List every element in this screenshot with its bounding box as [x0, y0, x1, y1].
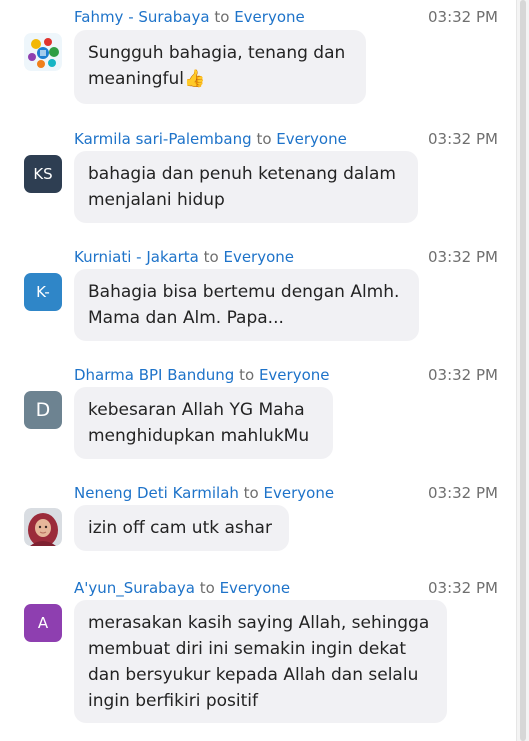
- message-header: Neneng Deti Karmilah to Everyone: [74, 484, 334, 502]
- recipient-name[interactable]: Everyone: [234, 8, 305, 26]
- message-line: meaningful👍: [88, 69, 206, 89]
- message-time: 03:32 PM: [428, 366, 498, 384]
- chat-message: Kurniati - Jakarta to Everyone 03:32 PM …: [0, 248, 516, 344]
- message-time: 03:32 PM: [428, 8, 498, 26]
- colorful-logo-icon: [24, 33, 62, 71]
- message-header: Fahmy - Surabaya to Everyone: [74, 8, 305, 26]
- sender-name[interactable]: Kurniati - Jakarta: [74, 248, 199, 266]
- user-photo-icon: [24, 508, 62, 546]
- message-header: A'yun_Surabaya to Everyone: [74, 579, 290, 597]
- chat-panel[interactable]: Fahmy - Surabaya to Everyone 03:32 PM Su…: [0, 0, 516, 741]
- sender-name[interactable]: Karmila sari-Palembang: [74, 130, 252, 148]
- message-line: dan bersyukur kepada Allah dan selalu: [88, 665, 419, 685]
- message-bubble[interactable]: bahagia dan penuh ketenang dalam menjala…: [74, 151, 418, 223]
- message-line: bahagia dan penuh ketenang dalam: [88, 164, 396, 184]
- message-bubble[interactable]: Sungguh bahagia, tenang dan meaningful👍: [74, 30, 366, 104]
- recipient-name[interactable]: Everyone: [264, 484, 335, 502]
- to-label: to: [239, 366, 255, 384]
- chat-message: Karmila sari-Palembang to Everyone 03:32…: [0, 130, 516, 226]
- to-label: to: [199, 579, 215, 597]
- chat-message: A'yun_Surabaya to Everyone 03:32 PM A me…: [0, 579, 516, 729]
- to-label: to: [203, 248, 219, 266]
- scrollbar[interactable]: [516, 0, 529, 741]
- avatar: D: [24, 391, 62, 429]
- sender-name[interactable]: Dharma BPI Bandung: [74, 366, 234, 384]
- chat-message: Dharma BPI Bandung to Everyone 03:32 PM …: [0, 366, 516, 462]
- message-line: Mama dan Alm. Papa...: [88, 308, 284, 328]
- recipient-name[interactable]: Everyone: [220, 579, 291, 597]
- avatar: A: [24, 604, 62, 642]
- message-line: ingin berfikiri positif: [88, 691, 258, 711]
- message-header: Dharma BPI Bandung to Everyone: [74, 366, 329, 384]
- message-bubble[interactable]: Bahagia bisa bertemu dengan Almh. Mama d…: [74, 269, 419, 341]
- message-header: Kurniati - Jakarta to Everyone: [74, 248, 294, 266]
- message-line: merasakan kasih saying Allah, sehingga: [88, 613, 430, 633]
- message-line: menghidupkan mahlukMu: [88, 426, 310, 446]
- message-line: Sungguh bahagia, tenang dan: [88, 43, 346, 63]
- message-bubble[interactable]: izin off cam utk ashar: [74, 505, 289, 551]
- chat-message: Fahmy - Surabaya to Everyone 03:32 PM Su…: [0, 8, 516, 108]
- message-line: kebesaran Allah YG Maha: [88, 400, 305, 420]
- recipient-name[interactable]: Everyone: [276, 130, 347, 148]
- message-line: menjalani hidup: [88, 190, 225, 210]
- message-time: 03:32 PM: [428, 579, 498, 597]
- avatar: K-: [24, 273, 62, 311]
- message-line: Bahagia bisa bertemu dengan Almh.: [88, 282, 400, 302]
- message-bubble[interactable]: merasakan kasih saying Allah, sehingga m…: [74, 600, 447, 723]
- avatar-initials: K-: [36, 283, 50, 301]
- message-time: 03:32 PM: [428, 130, 498, 148]
- message-time: 03:32 PM: [428, 484, 498, 502]
- message-line: membuat diri ini semakin ingin dekat: [88, 639, 406, 659]
- avatar-initials: A: [37, 614, 49, 632]
- message-line: izin off cam utk ashar: [88, 518, 272, 538]
- sender-name[interactable]: Neneng Deti Karmilah: [74, 484, 239, 502]
- recipient-name[interactable]: Everyone: [259, 366, 330, 384]
- message-header: Karmila sari-Palembang to Everyone: [74, 130, 347, 148]
- sender-name[interactable]: A'yun_Surabaya: [74, 579, 195, 597]
- avatar-initials: D: [35, 399, 51, 421]
- message-bubble[interactable]: kebesaran Allah YG Maha menghidupkan mah…: [74, 387, 333, 459]
- avatar-initials: KS: [33, 165, 53, 183]
- recipient-name[interactable]: Everyone: [223, 248, 294, 266]
- avatar: KS: [24, 155, 62, 193]
- to-label: to: [243, 484, 259, 502]
- message-time: 03:32 PM: [428, 248, 498, 266]
- scrollbar-thumb[interactable]: [520, 0, 526, 741]
- chat-message: Neneng Deti Karmilah to Everyone 03:32 P…: [0, 484, 516, 556]
- to-label: to: [214, 8, 230, 26]
- to-label: to: [256, 130, 272, 148]
- thumbs-up-icon: 👍: [183, 69, 206, 89]
- sender-name[interactable]: Fahmy - Surabaya: [74, 8, 210, 26]
